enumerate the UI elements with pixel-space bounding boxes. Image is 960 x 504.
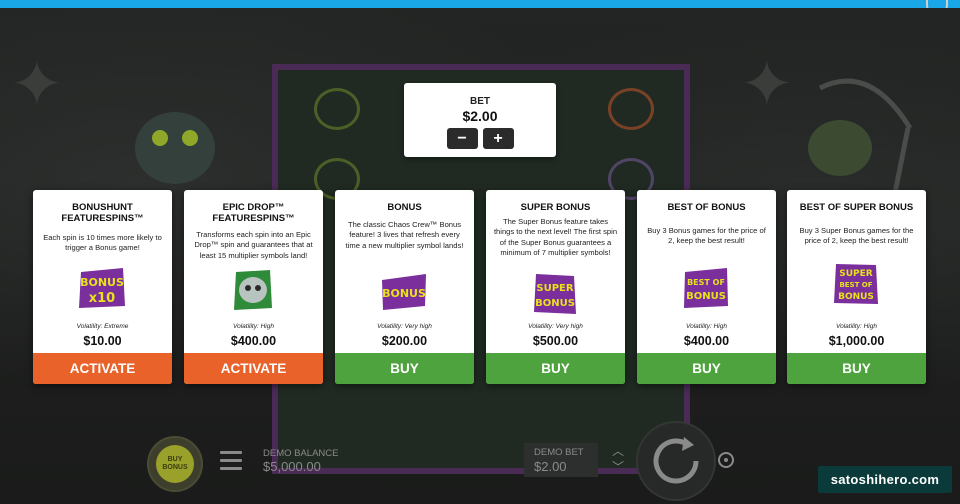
super-bonus-logo-icon: SUPER BONUS	[534, 274, 576, 314]
card-title: BONUS	[387, 202, 422, 213]
card-price: $200.00	[381, 334, 428, 348]
spin-icon	[653, 437, 699, 484]
card-title: BEST OF SUPER BONUS	[799, 202, 914, 213]
bet-value: $2.00	[462, 108, 498, 124]
logo-text-line: BONUS	[80, 276, 124, 289]
demo-bet-display: DEMO BET $2.00	[524, 443, 598, 477]
logo-text-line: BEST OF	[839, 281, 872, 289]
logo-text-line: SUPER	[536, 283, 573, 294]
demo-balance-label: DEMO BALANCE	[263, 448, 339, 459]
card-description: Transforms each spin into an Epic Drop™ …	[194, 230, 313, 260]
card-description: Buy 3 Super Bonus games for the price of…	[799, 226, 914, 246]
logo-text-line: BONUS	[535, 298, 575, 309]
card-title: EPIC DROP™ FEATURESPINS™	[212, 202, 295, 224]
logo-text-line: BONUS	[382, 287, 426, 300]
card-price: $1,000.00	[828, 334, 885, 348]
epic-drop-logo-icon	[234, 270, 272, 310]
buy-bonus-label: BUY BONUS	[156, 445, 194, 483]
reel-symbol	[314, 88, 360, 130]
buy-best-of-super-bonus-button[interactable]: BUY	[787, 353, 926, 384]
feature-card-epic-drop: EPIC DROP™ FEATURESPINS™ Transforms each…	[184, 190, 323, 384]
card-volatility: Volatility: Extreme	[76, 323, 129, 330]
bonus-logo-icon: BONUS	[382, 274, 426, 310]
demo-bet-label: DEMO BET	[534, 447, 584, 458]
card-title: BONUSHUNT FEATURESPINS™	[61, 202, 144, 224]
site-watermark: satoshihero.com	[818, 466, 952, 493]
card-price: $500.00	[532, 334, 579, 348]
logo-text-line: BONUS	[686, 291, 726, 302]
card-description: The classic Chaos Crew™ Bonus feature! 3…	[345, 220, 464, 250]
card-volatility: Volatility: High	[836, 323, 877, 330]
activate-epic-drop-button[interactable]: ACTIVATE	[184, 353, 323, 384]
chevron-down-icon[interactable]: ﹀	[608, 459, 628, 475]
decrease-bet-button[interactable]: −	[446, 128, 478, 149]
card-volatility: Volatility: High	[686, 323, 727, 330]
bet-label: BET	[470, 96, 490, 107]
background-graffiti-right: ✦	[740, 48, 794, 122]
demo-bet-value: $2.00	[534, 459, 567, 474]
buy-bonus-button[interactable]: BUY	[335, 353, 474, 384]
menu-icon[interactable]	[220, 451, 242, 471]
feature-card-super-bonus: SUPER BONUS The Super Bonus feature take…	[486, 190, 625, 384]
feature-card-bonus: BONUS The classic Chaos Crew™ Bonus feat…	[335, 190, 474, 384]
card-description: The Super Bonus feature takes things to …	[493, 217, 618, 258]
bet-stepper[interactable]: ︿ ﹀	[608, 443, 628, 477]
card-title: BEST OF BONUS	[667, 202, 746, 213]
card-volatility: Volatility: High	[233, 323, 274, 330]
buy-super-bonus-button[interactable]: BUY	[486, 353, 625, 384]
reel-symbol	[608, 88, 654, 130]
bonus-x10-logo-icon: BONUS x10	[79, 268, 125, 308]
best-of-bonus-logo-icon: BEST OF BONUS	[684, 268, 728, 308]
bet-panel: BET $2.00 − +	[404, 83, 556, 157]
card-volatility: Volatility: Very high	[528, 323, 583, 330]
card-description: Each spin is 10 times more likely to tri…	[43, 233, 162, 253]
card-price: $10.00	[83, 334, 122, 348]
feature-card-bonushunt: BONUSHUNT FEATURESPINS™ Each spin is 10 …	[33, 190, 172, 384]
buy-bonus-button[interactable]: BUY BONUS	[147, 436, 203, 492]
feature-card-best-of-bonus: BEST OF BONUS Buy 3 Bonus games for the …	[637, 190, 776, 384]
top-accent-bar	[0, 0, 960, 8]
activate-bonushunt-button[interactable]: ACTIVATE	[33, 353, 172, 384]
feature-card-best-of-super-bonus: BEST OF SUPER BONUS Buy 3 Super Bonus ga…	[787, 190, 926, 384]
card-title: SUPER BONUS	[520, 202, 591, 213]
autoplay-icon[interactable]	[716, 450, 736, 470]
logo-text-line: x10	[89, 291, 115, 306]
card-description: Buy 3 Bonus games for the price of 2, ke…	[647, 226, 766, 246]
chevron-up-icon[interactable]: ︿	[608, 443, 628, 459]
card-price: $400.00	[683, 334, 730, 348]
buy-best-of-bonus-button[interactable]: BUY	[637, 353, 776, 384]
demo-balance-value: $5,000.00	[263, 459, 321, 474]
background-graffiti-left: ✦	[10, 48, 64, 122]
increase-bet-button[interactable]: +	[482, 128, 514, 149]
card-volatility: Volatility: Very high	[377, 323, 432, 330]
card-price: $400.00	[230, 334, 277, 348]
logo-text-line: SUPER	[839, 269, 873, 279]
logo-text-line: BONUS	[838, 292, 874, 302]
best-of-super-bonus-logo-icon: SUPER BEST OF BONUS	[834, 264, 878, 304]
spin-button[interactable]	[636, 421, 716, 501]
cat-character	[135, 112, 215, 184]
logo-text-line: BEST OF	[687, 278, 725, 287]
